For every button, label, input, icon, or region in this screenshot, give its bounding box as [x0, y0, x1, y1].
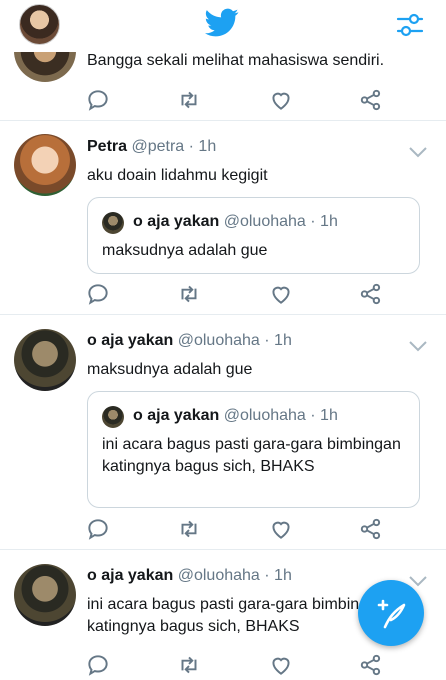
quoted-text: maksudnya adalah gue — [102, 242, 268, 259]
user-name[interactable]: o aja yakan — [87, 567, 173, 584]
tweet-text: maksudnya adalah gue — [87, 361, 253, 378]
timestamp: · 1h — [264, 567, 292, 584]
tweet-actions — [0, 87, 446, 113]
quoted-header: o aja yakan @oluohaha · 1h — [133, 213, 338, 231]
avatar[interactable] — [19, 4, 60, 45]
retweet-icon[interactable] — [176, 87, 202, 113]
reply-icon[interactable] — [85, 87, 111, 113]
tweet-header: o aja yakan @oluohaha · 1h — [87, 567, 292, 585]
avatar[interactable] — [14, 564, 76, 626]
share-icon[interactable] — [358, 652, 384, 678]
avatar[interactable] — [14, 134, 76, 196]
compose-feather-icon — [377, 599, 406, 629]
quoted-tweet[interactable]: o aja yakan @oluohaha · 1h ini acara bag… — [87, 391, 420, 508]
tweet-text: ini acara bagus pasti gara-gara bimbinga… — [87, 596, 386, 635]
user-name[interactable]: o aja yakan — [87, 332, 173, 349]
share-icon[interactable] — [358, 281, 384, 307]
user-handle: @oluohaha — [177, 332, 260, 349]
avatar[interactable] — [14, 329, 76, 391]
tweet-actions — [0, 516, 446, 542]
like-icon[interactable] — [268, 87, 294, 113]
quoted-tweet[interactable]: o aja yakan @oluohaha · 1h maksudnya ada… — [87, 197, 420, 274]
reply-icon[interactable] — [85, 516, 111, 542]
tweet[interactable]: Petra @petra · 1h aku doain lidahmu kegi… — [0, 121, 446, 315]
chevron-down-icon[interactable] — [407, 339, 429, 353]
tweet[interactable]: o aja yakan @oluohaha · 1h maksudnya ada… — [0, 315, 446, 550]
timestamp: · 1h — [310, 213, 338, 230]
retweet-icon[interactable] — [176, 281, 202, 307]
like-icon[interactable] — [268, 281, 294, 307]
user-handle: @petra — [131, 138, 185, 155]
retweet-icon[interactable] — [176, 652, 202, 678]
timestamp: · 1h — [188, 138, 217, 155]
user-name: o aja yakan — [133, 213, 220, 230]
user-handle: @oluohaha — [223, 407, 306, 424]
user-handle: @oluohaha — [177, 567, 260, 584]
timestamp: · 1h — [264, 332, 292, 349]
tweet-text: aku doain lidahmu kegigit — [87, 167, 268, 184]
retweet-icon[interactable] — [176, 516, 202, 542]
quoted-text: ini acara bagus pasti gara-gara bimbinga… — [102, 436, 401, 475]
avatar — [102, 212, 124, 234]
quoted-header: o aja yakan @oluohaha · 1h — [133, 407, 338, 425]
sliders-icon[interactable] — [395, 10, 425, 40]
avatar — [102, 406, 124, 428]
timestamp: · 1h — [310, 407, 338, 424]
share-icon[interactable] — [358, 87, 384, 113]
user-name: o aja yakan — [133, 407, 220, 424]
share-icon[interactable] — [358, 516, 384, 542]
user-name[interactable]: Petra — [87, 138, 127, 155]
reply-icon[interactable] — [85, 652, 111, 678]
tweet-text: Bangga sekali melihat mahasiswa sendiri. — [87, 52, 385, 69]
twitter-bird-icon[interactable] — [205, 8, 239, 38]
like-icon[interactable] — [268, 516, 294, 542]
tweet-actions — [0, 281, 446, 307]
reply-icon[interactable] — [85, 281, 111, 307]
tweet-header: Petra @petra · 1h — [87, 138, 216, 156]
chevron-down-icon[interactable] — [407, 145, 429, 159]
like-icon[interactable] — [268, 652, 294, 678]
compose-button[interactable] — [358, 580, 424, 646]
top-bar — [0, 0, 446, 52]
tweet-actions — [0, 652, 446, 678]
tweet-header: o aja yakan @oluohaha · 1h — [87, 332, 292, 350]
user-handle: @oluohaha — [223, 213, 306, 230]
